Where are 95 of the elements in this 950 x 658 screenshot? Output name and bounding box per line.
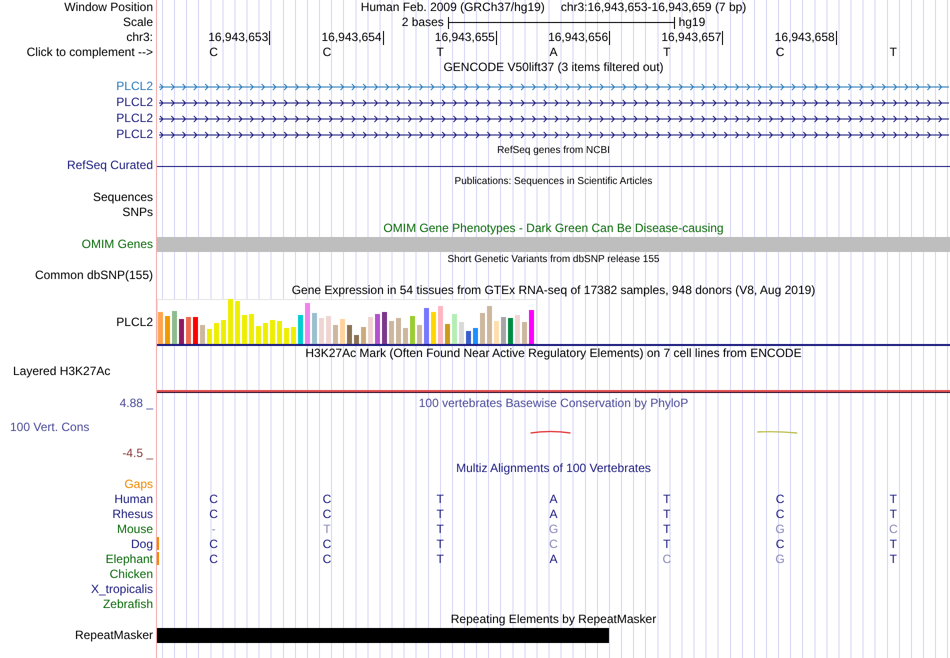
track-label[interactable]: Zebrafish xyxy=(102,597,153,612)
base-letter: G xyxy=(775,552,785,566)
track-title: Multiz Alignments of 100 Vertebrates xyxy=(455,461,652,476)
base-letter: C xyxy=(776,507,784,522)
base-letter: A xyxy=(549,507,558,522)
track-title: H3K27Ac Mark (Often Found Near Active Regulatory Elements) on 7 cell lines from ENCODE xyxy=(304,346,803,362)
track-label[interactable]: PLCL2 xyxy=(116,110,153,126)
base-letter: C xyxy=(322,552,332,566)
track-label[interactable]: PLCL2 xyxy=(116,126,153,142)
track-label: Window Position xyxy=(64,0,153,15)
position-label: 16,943,653 xyxy=(208,31,270,45)
track-label[interactable]: PLCL2 xyxy=(116,78,153,94)
base-letter: T xyxy=(663,537,670,552)
position-label: 16,943,654 xyxy=(322,31,384,45)
base-letter: - xyxy=(212,522,216,536)
base-letter: A xyxy=(549,492,558,506)
base-letter[interactable]: A xyxy=(549,45,558,59)
track-title: OMIM Gene Phenotypes - Dark Green Can Be Disease-causing xyxy=(382,220,725,236)
repeat-element-bar[interactable] xyxy=(157,628,609,644)
position-label: 16,943,658 xyxy=(774,31,837,45)
track-label[interactable]: PLCL2 xyxy=(116,315,153,330)
gene-arrow-line-drawing[interactable] xyxy=(158,99,950,106)
track-title: Repeating Elements by RepeatMasker xyxy=(450,612,658,628)
base-letter[interactable]: C xyxy=(209,45,218,59)
track-label[interactable]: OMIM Genes xyxy=(82,236,153,252)
position-label: 16,943,656 xyxy=(548,31,610,45)
track-label[interactable]: RefSeq Curated xyxy=(66,158,153,173)
base-letter[interactable]: T xyxy=(890,45,898,59)
base-letter[interactable]: T xyxy=(663,45,670,59)
axis-min-label: -4.5 _ xyxy=(121,446,153,462)
track-label[interactable]: Layered H3K27Ac xyxy=(13,364,110,380)
position-label: 16,943,657 xyxy=(661,31,724,45)
base-letter: C xyxy=(209,552,218,566)
base-letter: G xyxy=(548,522,558,536)
expression-bars-drawing[interactable] xyxy=(157,299,537,344)
base-letter: C xyxy=(889,522,898,536)
base-letter[interactable]: C xyxy=(322,45,332,59)
base-letter: T xyxy=(323,522,331,536)
track-label[interactable]: Click to complement --> xyxy=(26,45,153,60)
base-letter: T xyxy=(436,507,444,522)
base-letter: T xyxy=(663,522,670,536)
base-letter: C xyxy=(776,492,784,506)
assembly-label: hg19 xyxy=(678,15,706,30)
base-letter: T xyxy=(890,552,898,566)
track-label[interactable]: RepeatMasker xyxy=(74,628,153,644)
position-label: 16,943,655 xyxy=(434,31,497,45)
base-letter: A xyxy=(549,552,558,566)
track-label[interactable]: Dog xyxy=(130,537,153,552)
assembly-title: Human Feb. 2009 (GRCh37/hg19) xyxy=(360,0,545,15)
axis-max-label: 4.88 _ xyxy=(118,396,153,412)
base-letter: T xyxy=(436,552,444,566)
base-letter: T xyxy=(436,537,444,552)
gene-arrow-line-drawing[interactable] xyxy=(158,131,950,138)
scale-length-label: 2 bases xyxy=(402,15,444,30)
track-label[interactable]: Human xyxy=(114,492,153,508)
base-letter: T xyxy=(436,492,444,506)
base-letter: T xyxy=(436,522,444,536)
base-letter: C xyxy=(662,552,672,566)
base-letter: C xyxy=(209,507,218,522)
track-title: 100 vertebrates Basewise Conservation by PhyloP xyxy=(418,396,690,412)
position-text[interactable]: chr3:16,943,653-16,943,659 (7 bp) xyxy=(560,0,746,15)
base-letter[interactable]: T xyxy=(436,45,444,59)
base-letter: C xyxy=(322,507,332,522)
track-label[interactable]: Elephant xyxy=(106,552,153,568)
base-letter[interactable]: C xyxy=(776,45,784,59)
track-label[interactable]: Mouse xyxy=(116,522,153,538)
track-label: chr3: xyxy=(126,30,153,45)
track-label[interactable]: Rhesus xyxy=(112,507,153,522)
gene-arrow-line-drawing[interactable] xyxy=(158,115,950,122)
base-letter: C xyxy=(322,537,332,552)
track-title: RefSeq genes from NCBI xyxy=(496,144,611,158)
track-title: Gene Expression in 54 tissues from GTEx RNA-seq of 17382 samples, 948 donors (V8, Aug 2019) xyxy=(290,283,816,298)
base-letter: C xyxy=(322,492,332,506)
track-label[interactable]: Common dbSNP(155) xyxy=(34,268,153,283)
base-letter: C xyxy=(776,537,784,552)
base-letter: C xyxy=(209,537,218,552)
base-letter: G xyxy=(775,522,785,536)
track-label[interactable]: Sequences xyxy=(92,190,153,205)
track-title: GENCODE V50lift37 (3 items filtered out) xyxy=(442,60,665,75)
track-label[interactable]: Chicken xyxy=(110,567,153,582)
base-letter: T xyxy=(663,507,670,522)
base-letter: T xyxy=(890,492,898,506)
base-letter: C xyxy=(209,492,218,506)
refseq-gene-line[interactable] xyxy=(157,166,950,167)
base-letter: C xyxy=(549,537,558,552)
track-label[interactable]: PLCL2 xyxy=(116,94,153,110)
base-letter: T xyxy=(663,492,670,506)
track-title: Short Genetic Variants from dbSNP release 155 xyxy=(446,252,660,267)
track-label[interactable]: 100 Vert. Cons xyxy=(0,420,153,436)
base-letter: T xyxy=(890,537,898,552)
track-label[interactable]: X_tropicalis xyxy=(90,582,153,598)
track-title: Publications: Sequences in Scientific Articles xyxy=(454,174,654,189)
track-label: Scale xyxy=(122,15,153,30)
track-label[interactable]: SNPs xyxy=(122,205,153,220)
base-letter: T xyxy=(890,507,898,522)
